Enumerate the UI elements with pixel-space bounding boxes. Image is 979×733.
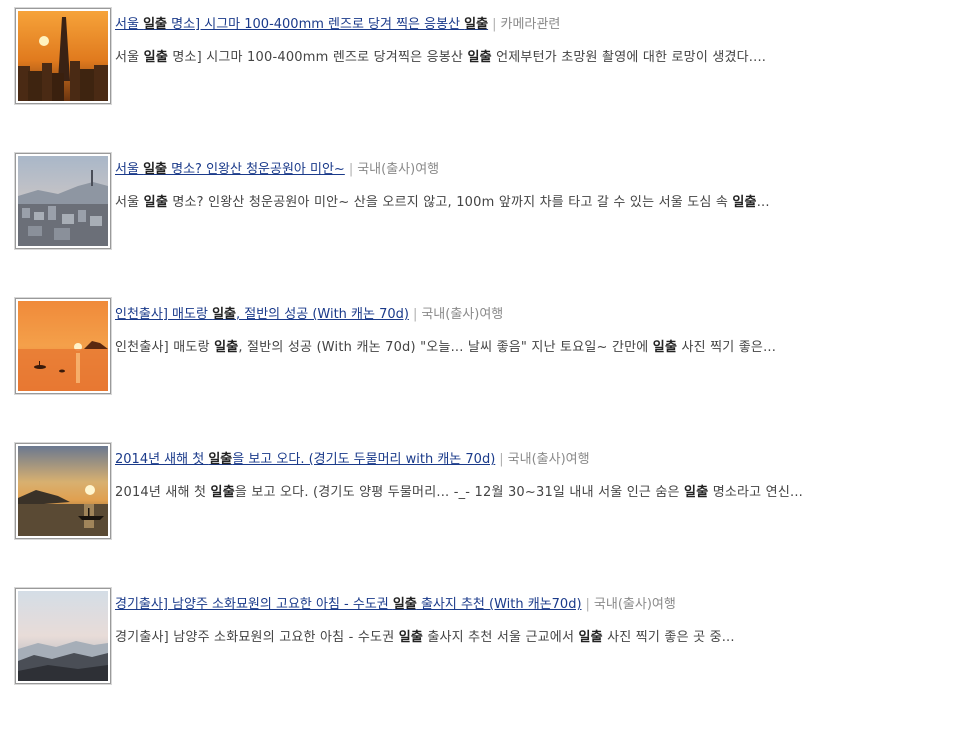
result-thumbnail[interactable] bbox=[15, 588, 111, 684]
title-text: , 절반의 성공 (With 캐논 70d) bbox=[235, 307, 409, 322]
separator: | bbox=[412, 307, 418, 322]
snippet-text: 사진 찍기 좋은... bbox=[677, 340, 777, 355]
snippet-text: 서울 bbox=[115, 50, 144, 65]
category-link[interactable]: 국내(출사)여행 bbox=[508, 452, 590, 467]
title-text: 출사지 추천 (With 캐논70d) bbox=[416, 597, 582, 612]
orange-sea-sunrise-image bbox=[18, 301, 108, 391]
result-snippet: 서울 일출 명소? 인왕산 청운공원아 미안~ 산을 오르지 않고, 100m … bbox=[115, 194, 965, 212]
title-highlight: 일출 bbox=[143, 17, 167, 32]
snippet-text: 서울 bbox=[115, 195, 144, 210]
title-highlight: 일출 bbox=[208, 452, 233, 467]
title-highlight: 일출 bbox=[143, 162, 167, 177]
snippet-highlight: 일출 bbox=[652, 340, 678, 355]
title-text: 을 보고 오다. (경기도 두물머리 with 캐논 70d) bbox=[232, 452, 496, 467]
result-title-line: 서울 일출 명소] 시그마 100-400mm 렌즈로 당겨 찍은 응봉산 일출… bbox=[115, 16, 965, 34]
title-text: 경기출사] 남양주 소화묘원의 고요한 아침 - 수도권 bbox=[115, 597, 393, 612]
result-title-line: 서울 일출 명소? 인왕산 청운공원아 미안~ | 국내(출사)여행 bbox=[115, 161, 965, 179]
snippet-highlight: 일출 bbox=[143, 195, 168, 210]
snippet-text: 인천출사] 매도랑 bbox=[115, 340, 215, 355]
snippet-highlight: 일출 bbox=[467, 50, 492, 65]
title-text: 인천출사] 매도랑 bbox=[115, 307, 213, 322]
snippet-text: 언제부턴가 초망원 촬영에 대한 로망이 생겼다.... bbox=[491, 50, 767, 65]
result-title-link[interactable]: 경기출사] 남양주 소화묘원의 고요한 아침 - 수도권 일출 출사지 추천 (… bbox=[115, 597, 582, 612]
snippet-text: 경기출사] 남양주 소화묘원의 고요한 아침 - 수도권 bbox=[115, 630, 399, 645]
result-text: 경기출사] 남양주 소화묘원의 고요한 아침 - 수도권 일출 출사지 추천 (… bbox=[115, 596, 965, 647]
result-title-link[interactable]: 2014년 새해 첫 일출을 보고 오다. (경기도 두물머리 with 캐논 … bbox=[115, 452, 495, 467]
result-thumbnail[interactable] bbox=[15, 443, 111, 539]
result-snippet: 서울 일출 명소] 시그마 100-400mm 렌즈로 당겨찍은 응봉산 일출 … bbox=[115, 49, 965, 67]
result-snippet: 경기출사] 남양주 소화묘원의 고요한 아침 - 수도권 일출 출사지 추천 서… bbox=[115, 629, 965, 647]
list-item: 2014년 새해 첫 일출을 보고 오다. (경기도 두물머리 with 캐논 … bbox=[15, 443, 965, 588]
title-highlight: 일출 bbox=[464, 17, 489, 32]
title-text: 서울 bbox=[115, 17, 144, 32]
snippet-text: 사진 찍기 좋은 곳 중... bbox=[602, 630, 735, 645]
snippet-highlight: 일출 bbox=[578, 630, 603, 645]
result-title-line: 경기출사] 남양주 소화묘원의 고요한 아침 - 수도권 일출 출사지 추천 (… bbox=[115, 596, 965, 614]
list-item: 서울 일출 명소] 시그마 100-400mm 렌즈로 당겨 찍은 응봉산 일출… bbox=[15, 8, 965, 153]
snippet-text: ... bbox=[756, 195, 770, 210]
snippet-text: 2014년 새해 첫 bbox=[115, 485, 211, 500]
snippet-highlight: 일출 bbox=[732, 195, 757, 210]
result-text: 인천출사] 매도랑 일출, 절반의 성공 (With 캐논 70d) | 국내(출사… bbox=[115, 306, 965, 357]
result-text: 2014년 새해 첫 일출을 보고 오다. (경기도 두물머리 with 캐논 … bbox=[115, 451, 965, 502]
result-title-line: 인천출사] 매도랑 일출, 절반의 성공 (With 캐논 70d) | 국내(출사… bbox=[115, 306, 965, 324]
snippet-text: 명소] 시그마 100-400mm 렌즈로 당겨찍은 응봉산 bbox=[167, 50, 468, 65]
river-boat-sunrise-image bbox=[18, 446, 108, 536]
misty-mountain-morning-image bbox=[18, 591, 108, 681]
separator: | bbox=[492, 17, 497, 32]
sunset-city-skyline-image bbox=[18, 11, 108, 101]
category-link[interactable]: 국내(출사)여행 bbox=[421, 307, 503, 322]
result-thumbnail[interactable] bbox=[15, 8, 111, 104]
list-item: 경기출사] 남양주 소화묘원의 고요한 아침 - 수도권 일출 출사지 추천 (… bbox=[15, 588, 965, 733]
snippet-text: 출사지 추천 서울 근교에서 bbox=[423, 630, 579, 645]
title-text: 명소? 인왕산 청운공원아 미안~ bbox=[166, 162, 345, 177]
result-text: 서울 일출 명소] 시그마 100-400mm 렌즈로 당겨 찍은 응봉산 일출… bbox=[115, 16, 965, 67]
result-snippet: 2014년 새해 첫 일출을 보고 오다. (경기도 양평 두물머리... -_… bbox=[115, 484, 965, 502]
result-title-link[interactable]: 인천출사] 매도랑 일출, 절반의 성공 (With 캐논 70d) bbox=[115, 307, 409, 322]
result-title-link[interactable]: 서울 일출 명소? 인왕산 청운공원아 미안~ bbox=[115, 162, 345, 177]
title-text: 서울 bbox=[115, 162, 144, 177]
snippet-highlight: 일출 bbox=[684, 485, 709, 500]
snippet-text: 을 보고 오다. (경기도 양평 두물머리... -_- 12월 30~31일 … bbox=[234, 485, 685, 500]
snippet-text: 명소라고 연신... bbox=[708, 485, 803, 500]
result-title-line: 2014년 새해 첫 일출을 보고 오다. (경기도 두물머리 with 캐논 … bbox=[115, 451, 965, 469]
separator: | bbox=[348, 162, 354, 177]
hazy-city-dawn-image bbox=[18, 156, 108, 246]
result-snippet: 인천출사] 매도랑 일출, 절반의 성공 (With 캐논 70d) "오늘..… bbox=[115, 339, 965, 357]
title-text: 명소] 시그마 100-400mm 렌즈로 당겨 찍은 응봉산 bbox=[166, 17, 465, 32]
title-highlight: 일출 bbox=[212, 307, 236, 322]
category-link[interactable]: 카메라관련 bbox=[500, 17, 560, 32]
search-results-list: 서울 일출 명소] 시그마 100-400mm 렌즈로 당겨 찍은 응봉산 일출… bbox=[15, 8, 965, 733]
category-link[interactable]: 국내(출사)여행 bbox=[357, 162, 439, 177]
snippet-highlight: 일출 bbox=[210, 485, 235, 500]
list-item: 인천출사] 매도랑 일출, 절반의 성공 (With 캐논 70d) | 국내(출사… bbox=[15, 298, 965, 443]
snippet-text: 명소? 인왕산 청운공원아 미안~ 산을 오르지 않고, 100m 앞까지 차를… bbox=[167, 195, 733, 210]
snippet-highlight: 일출 bbox=[214, 340, 239, 355]
separator: | bbox=[585, 597, 590, 612]
result-title-link[interactable]: 서울 일출 명소] 시그마 100-400mm 렌즈로 당겨 찍은 응봉산 일출 bbox=[115, 17, 488, 32]
list-item: 서울 일출 명소? 인왕산 청운공원아 미안~ | 국내(출사)여행 서울 일출 명… bbox=[15, 153, 965, 298]
result-text: 서울 일출 명소? 인왕산 청운공원아 미안~ | 국내(출사)여행 서울 일출 명… bbox=[115, 161, 965, 212]
snippet-highlight: 일출 bbox=[398, 630, 424, 645]
separator: | bbox=[499, 452, 504, 467]
category-link[interactable]: 국내(출사)여행 bbox=[594, 597, 676, 612]
title-text: 2014년 새해 첫 bbox=[115, 452, 209, 467]
snippet-highlight: 일출 bbox=[143, 50, 168, 65]
result-thumbnail[interactable] bbox=[15, 298, 111, 394]
result-thumbnail[interactable] bbox=[15, 153, 111, 249]
title-highlight: 일출 bbox=[392, 597, 417, 612]
snippet-text: , 절반의 성공 (With 캐논 70d) "오늘... 날씨 좋음" 지난 … bbox=[238, 340, 653, 355]
